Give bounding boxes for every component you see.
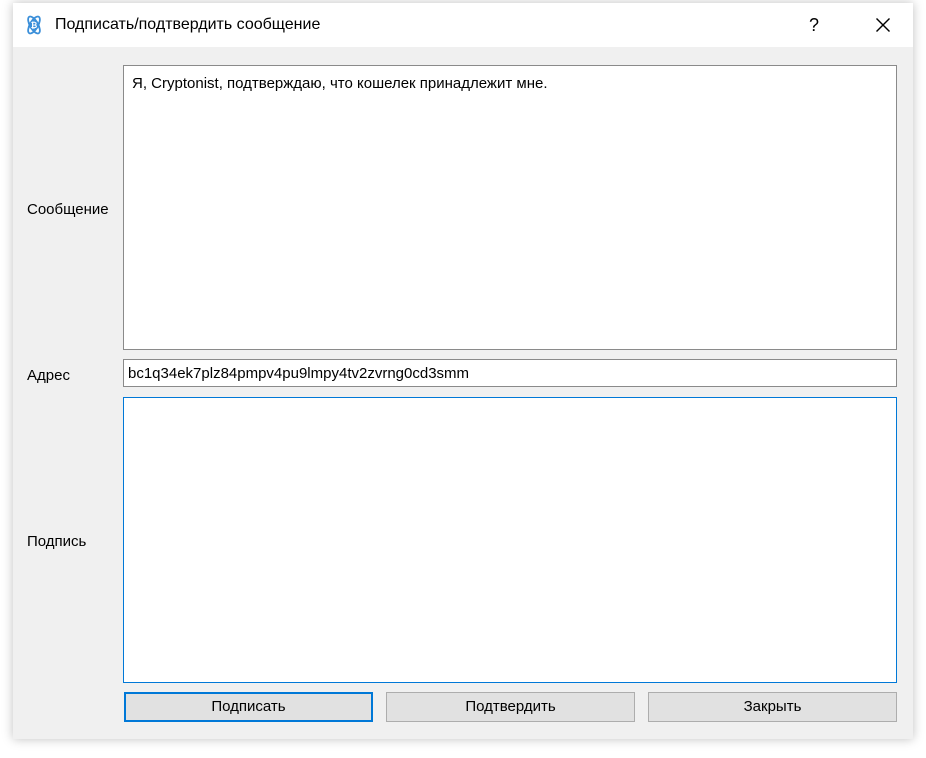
verify-button[interactable]: Подтвердить: [386, 692, 635, 722]
sign-verify-dialog: ₿ Подписать/подтвердить сообщение ? Сооб…: [13, 3, 913, 739]
message-textarea[interactable]: Я, Cryptonist, подтверждаю, что кошелек …: [123, 65, 897, 350]
svg-text:₿: ₿: [31, 21, 38, 30]
signature-textarea[interactable]: [123, 397, 897, 683]
window-title: Подписать/подтвердить сообщение: [55, 16, 321, 33]
signature-label: Подпись: [27, 533, 87, 550]
sign-button[interactable]: Подписать: [124, 692, 373, 722]
address-label: Адрес: [27, 367, 70, 384]
message-label: Сообщение: [27, 201, 109, 218]
electrum-app-icon: ₿: [23, 14, 45, 36]
close-button[interactable]: Закрыть: [648, 692, 897, 722]
close-icon[interactable]: [868, 11, 898, 39]
help-button[interactable]: ?: [799, 12, 829, 38]
address-input[interactable]: bc1q34ek7plz84pmpv4pu9lmpy4tv2zvrng0cd3s…: [123, 359, 897, 387]
title-bar: ₿ Подписать/подтвердить сообщение ?: [13, 3, 913, 47]
